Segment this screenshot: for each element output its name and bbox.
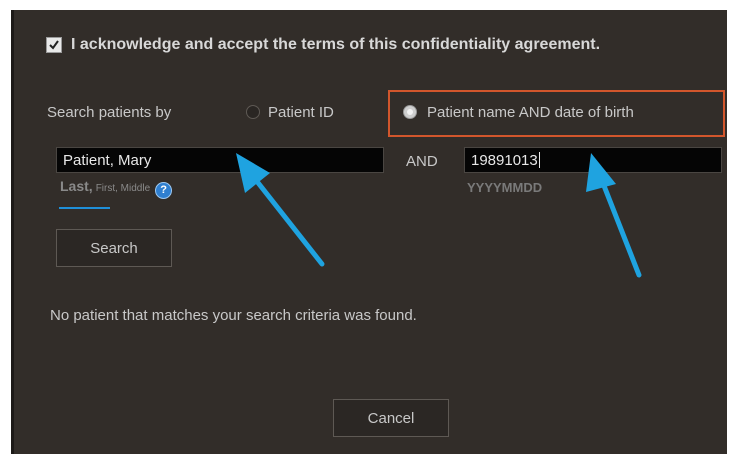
patient-search-dialog: I acknowledge and accept the terms of th… [11, 10, 727, 454]
annotation-arrows [236, 153, 642, 278]
screenshot-frame: I acknowledge and accept the terms of th… [0, 0, 731, 454]
arrow-icon [236, 153, 325, 267]
arrow-icon [586, 153, 642, 278]
